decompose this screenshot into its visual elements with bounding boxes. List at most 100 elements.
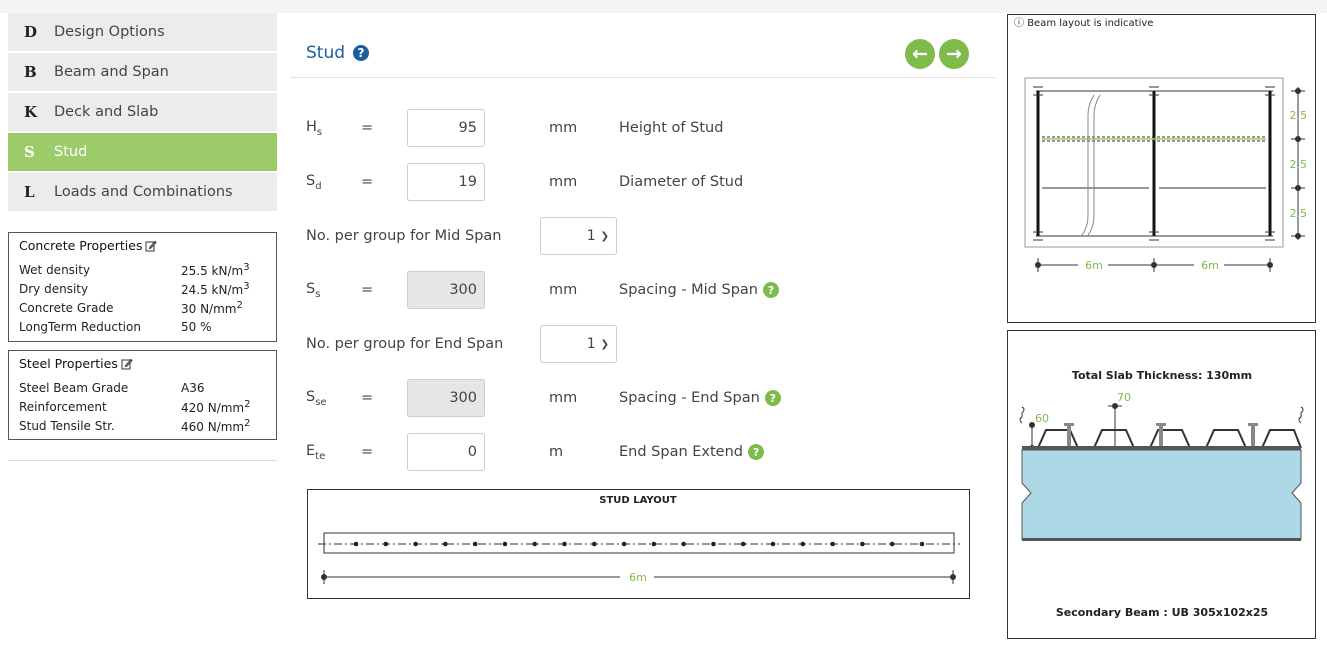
prop-label: Reinforcement	[19, 399, 107, 414]
prop-label: LongTerm Reduction	[19, 319, 141, 334]
beam-top-flange	[1022, 446, 1301, 450]
stud-dot	[592, 541, 597, 547]
stud-dot	[919, 541, 925, 547]
prop-label: Stud Tensile Str.	[19, 418, 115, 433]
field-unit: m	[549, 444, 564, 460]
nav-letter: K	[24, 103, 38, 121]
top-bar	[0, 0, 1327, 13]
beam-layout-diagram: ⓘ Beam layout is indicative 2.5 2.5 2.5 …	[1007, 14, 1316, 323]
stud-dot	[621, 541, 627, 547]
stud-dot	[889, 541, 895, 547]
prop-label: Wet density	[19, 262, 91, 277]
nav-item-beam-and-span[interactable]: B Beam and Span	[8, 53, 277, 91]
prop-value: 460 N/mm2	[181, 417, 251, 434]
beam-bottom-flange	[1022, 538, 1301, 541]
end-span-group-select[interactable]: 1 ❯	[540, 325, 617, 363]
prop-row-longterm-reduction: LongTerm Reduction 50 %	[19, 317, 266, 336]
field-row-spacing-end-span: Sse = mm Spacing - End Span?	[306, 379, 781, 417]
field-unit: mm	[549, 390, 578, 406]
slab-break	[1298, 406, 1304, 424]
span-label: 6m	[1201, 259, 1219, 272]
field-symbol: Sse	[306, 388, 327, 408]
field-equals: =	[361, 174, 374, 190]
nav-item-deck-and-slab[interactable]: K Deck and Slab	[8, 93, 277, 131]
help-icon[interactable]: ?	[764, 390, 781, 406]
nav-letter: L	[24, 183, 35, 201]
field-description: Spacing - End Span?	[619, 390, 781, 406]
stud-dot	[532, 541, 538, 547]
nav-letter: D	[24, 23, 38, 41]
spacing-label: 2.5	[1290, 158, 1308, 171]
diameter-of-stud-input[interactable]	[407, 163, 485, 201]
stud-dot	[800, 541, 806, 547]
nav-letter: B	[24, 63, 37, 81]
dim-label-left: 60	[1035, 412, 1049, 425]
stud-layout-title: STUD LAYOUT	[599, 495, 677, 506]
nav-item-stud[interactable]: S Stud	[8, 133, 277, 171]
spacing-label: 2.5	[1290, 207, 1308, 220]
slab-thickness-title: Total Slab Thickness: 130mm	[1072, 369, 1252, 382]
prop-value: A36	[181, 380, 205, 395]
field-description: Spacing - Mid Span?	[619, 282, 779, 298]
help-icon[interactable]: ?	[748, 444, 765, 460]
prop-label: Dry density	[19, 281, 89, 296]
previous-arrow-icon[interactable]: ←	[905, 39, 935, 69]
nav-label: Beam and Span	[54, 64, 169, 80]
stud-dot	[740, 541, 746, 547]
edit-icon[interactable]	[121, 358, 133, 370]
stud-dot	[830, 541, 835, 547]
mid-span-group-label: No. per group for Mid Span	[306, 228, 502, 244]
prop-row-dry-density: Dry density 24.5 kN/m3	[19, 279, 266, 298]
chevron-down-icon: ❯	[600, 338, 609, 350]
field-symbol: Sd	[306, 172, 322, 192]
stud-dot	[860, 541, 865, 547]
spacing-end-span-input	[407, 379, 485, 417]
steel-properties-panel: Steel Properties Steel Beam Grade A36 Re…	[8, 350, 277, 440]
stud-dot	[651, 541, 657, 547]
concrete-properties-panel: Concrete Properties Wet density 25.5 kN/…	[8, 232, 277, 342]
page-title-text: Stud	[306, 43, 346, 63]
prop-label: Steel Beam Grade	[19, 380, 129, 395]
slab-section-svg: Total Slab Thickness: 130mm 70 60 Second…	[1019, 369, 1304, 619]
field-unit: mm	[549, 174, 578, 190]
mid-span-group-select[interactable]: 1 ❯	[540, 217, 617, 255]
nav-label: Deck and Slab	[54, 104, 159, 120]
spacing-mid-span-input	[407, 271, 485, 309]
field-row-diameter-of-stud: Sd = mm Diameter of Stud	[306, 163, 743, 201]
edit-icon[interactable]	[145, 240, 158, 252]
end-span-group-label: No. per group for End Span	[306, 336, 504, 352]
end-span-extend-input[interactable]	[407, 433, 485, 471]
dim-end-dot	[321, 574, 327, 580]
slab-section-diagram: Total Slab Thickness: 130mm 70 60 Second…	[1007, 330, 1316, 639]
field-row-height-of-stud: Hs = mm Height of Stud	[306, 109, 723, 147]
field-equals: =	[361, 120, 374, 136]
dim-end-dot	[950, 574, 956, 580]
help-icon[interactable]: ?	[762, 282, 779, 298]
help-icon[interactable]: ?	[353, 45, 370, 61]
stud-dot	[353, 541, 359, 547]
field-description: Diameter of Stud	[619, 174, 744, 190]
nav-item-loads-and-combinations[interactable]: L Loads and Combinations	[8, 173, 277, 211]
dim-label-top: 70	[1117, 391, 1131, 404]
spacing-label: 2.5	[1290, 109, 1308, 122]
beam-layout-note: ⓘ Beam layout is indicative	[1014, 17, 1153, 29]
end-span-group-value: 1	[586, 336, 596, 352]
height-of-stud-input[interactable]	[407, 109, 485, 147]
side-nav: D Design Options B Beam and Span K Deck …	[8, 13, 277, 213]
concrete-properties-title: Concrete Properties	[19, 238, 266, 253]
steel-properties-title: Steel Properties	[19, 356, 266, 371]
nav-label: Design Options	[54, 24, 165, 40]
field-equals: =	[361, 444, 374, 460]
next-arrow-icon[interactable]: →	[939, 39, 969, 69]
stud-layout-diagram: STUD LAYOUT 6m	[307, 489, 970, 599]
span-label: 6m	[629, 571, 647, 584]
mid-span-group-value: 1	[586, 228, 596, 244]
concrete-title-text: Concrete Properties	[19, 238, 143, 253]
prop-value: 50 %	[181, 319, 212, 334]
page-title: Stud ?	[306, 43, 370, 63]
nav-label: Stud	[54, 144, 88, 160]
nav-letter: S	[24, 143, 35, 161]
shear-studs	[1064, 423, 1258, 448]
nav-item-design-options[interactable]: D Design Options	[8, 13, 277, 51]
beam-layout-svg: ⓘ Beam layout is indicative 2.5 2.5 2.5 …	[1014, 17, 1308, 272]
